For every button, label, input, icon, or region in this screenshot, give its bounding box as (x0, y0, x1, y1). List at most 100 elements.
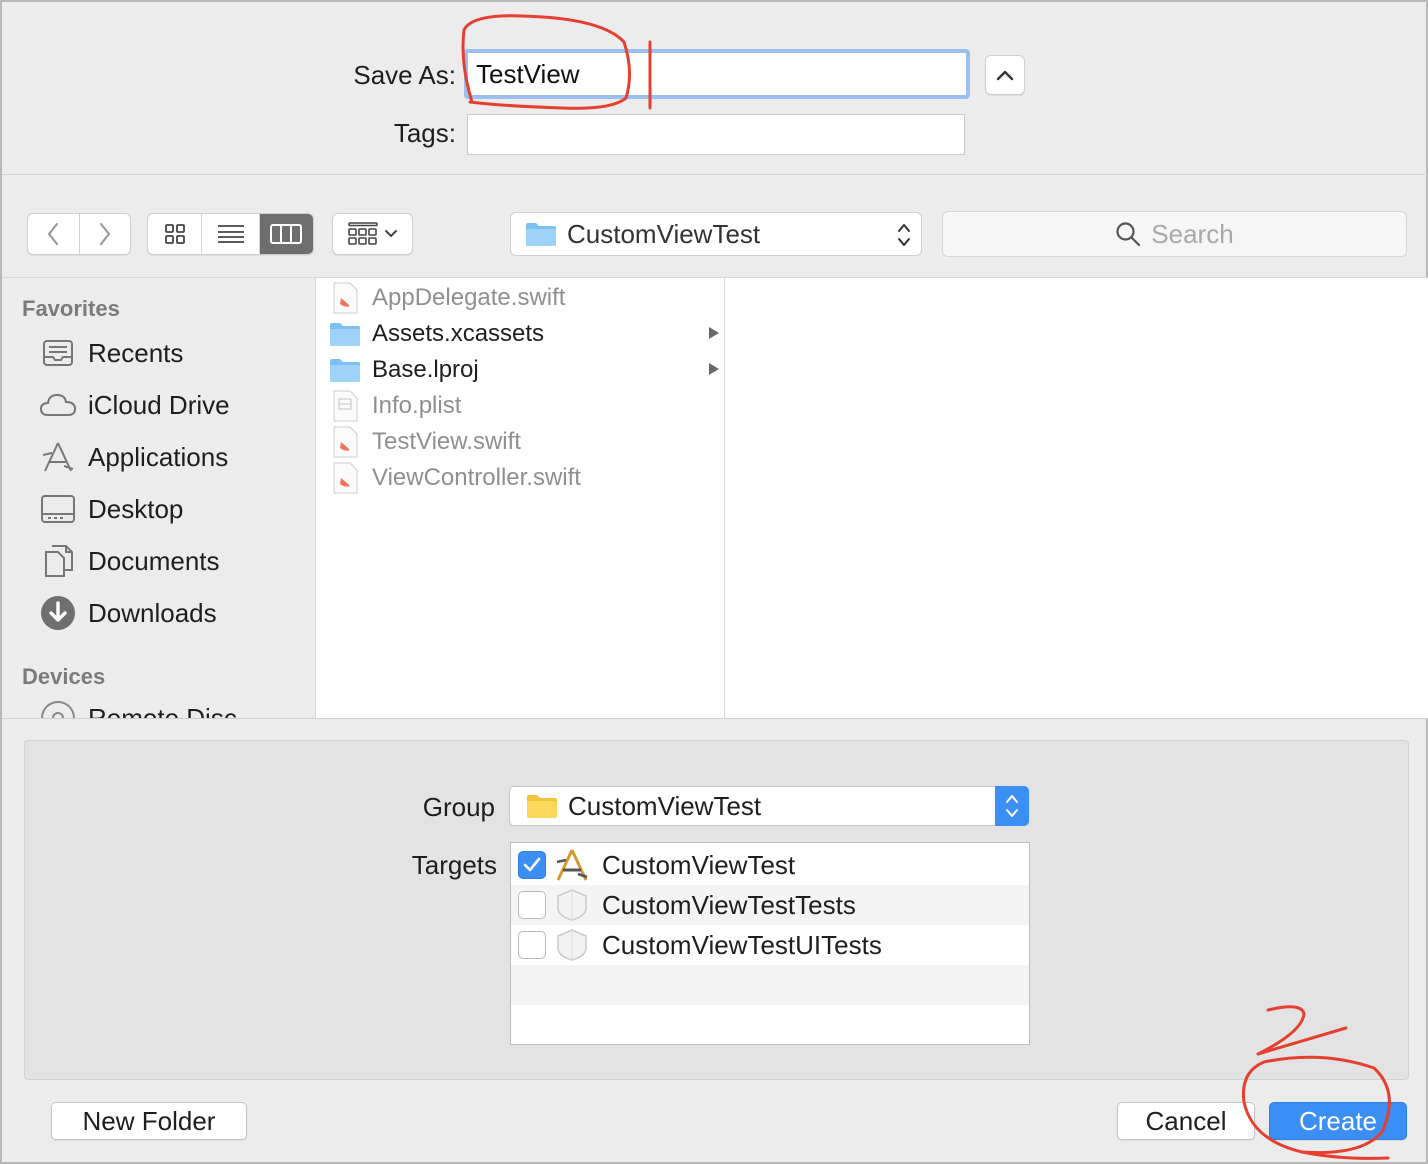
file-name: ViewController.swift (372, 464, 581, 491)
sidebar-item-label: Remote Disc (88, 702, 237, 719)
empty-column (725, 278, 1428, 718)
group-label: Group (422, 792, 495, 822)
checkmark-icon (523, 857, 541, 872)
chevron-left-icon (48, 222, 59, 246)
folder-icon (527, 795, 557, 818)
targets-label: Targets (411, 850, 497, 880)
divider (2, 174, 1428, 175)
file-item[interactable]: AppDelegate.swift (328, 280, 724, 316)
annotation-tail (1300, 1150, 1390, 1160)
group-value: CustomViewTest (568, 790, 762, 821)
column-view-button[interactable] (258, 214, 313, 254)
sidebar: Favorites Recents iCloud Drive Applicati… (4, 278, 315, 718)
disclosure-triangle-icon (709, 363, 719, 375)
sidebar-item-applications[interactable]: Applications (38, 437, 228, 477)
tags-field[interactable] (467, 114, 965, 155)
plist-file-icon (328, 389, 362, 423)
target-row[interactable]: CustomViewTestTests (511, 885, 1029, 925)
column-view-icon (270, 224, 303, 244)
new-folder-button[interactable]: New Folder (51, 1102, 247, 1140)
icon-view-icon (164, 224, 185, 244)
tags-label: Tags: (393, 118, 456, 148)
location-popup[interactable]: CustomViewTest (510, 212, 922, 256)
recents-icon (38, 333, 78, 373)
cancel-button[interactable]: Cancel (1117, 1102, 1255, 1140)
sidebar-item-icloud-drive[interactable]: iCloud Drive (38, 385, 230, 425)
sidebar-item-label: iCloud Drive (88, 389, 230, 420)
folder-icon (526, 223, 556, 246)
icon-view-button[interactable] (148, 214, 201, 254)
applications-icon (38, 437, 78, 477)
documents-icon (38, 541, 78, 581)
search-placeholder: Search (1151, 218, 1234, 249)
save-as-input[interactable] (468, 53, 966, 95)
create-button[interactable]: Create (1269, 1102, 1407, 1140)
sidebar-item-label: Recents (88, 337, 184, 368)
file-name: Assets.xcassets (372, 320, 545, 347)
sidebar-item-label: Downloads (88, 597, 217, 628)
test-target-icon (554, 887, 590, 923)
location-label: CustomViewTest (567, 218, 761, 249)
back-forward-control (27, 213, 131, 255)
target-checkbox[interactable] (518, 931, 546, 959)
folder-icon (328, 353, 362, 387)
desktop-icon (38, 489, 78, 529)
target-name: CustomViewTestUITests (602, 929, 882, 960)
test-target-icon (554, 927, 590, 963)
save-as-field[interactable] (464, 49, 970, 99)
target-checkbox[interactable] (518, 851, 546, 879)
target-name: CustomViewTestTests (602, 889, 856, 920)
back-button[interactable] (28, 214, 79, 254)
sidebar-item-recents[interactable]: Recents (38, 333, 183, 373)
file-name: TestView.swift (372, 428, 521, 455)
up-down-arrows-icon (1006, 795, 1018, 817)
sidebar-item-documents[interactable]: Documents (38, 541, 220, 581)
divider (2, 718, 1428, 719)
chevron-right-icon (99, 222, 111, 246)
sidebar-item-downloads[interactable]: Downloads (38, 593, 217, 633)
target-row[interactable]: CustomViewTest (511, 845, 1029, 885)
target-row[interactable]: CustomViewTestUITests (511, 925, 1029, 965)
file-name: AppDelegate.swift (372, 284, 566, 311)
search-icon (1116, 222, 1141, 247)
sidebar-item-remote-disc[interactable]: Remote Disc (38, 698, 237, 718)
file-column: AppDelegate.swift Assets.xcassets Base.l… (315, 278, 725, 718)
disclosure-triangle-icon (709, 327, 719, 339)
file-name: Base.lproj (372, 356, 479, 383)
swift-file-icon (328, 281, 362, 315)
file-item[interactable]: ViewController.swift (328, 460, 724, 496)
list-view-icon (217, 225, 244, 243)
list-view-button[interactable] (201, 214, 258, 254)
popup-stepper[interactable] (995, 786, 1029, 826)
file-item[interactable]: Info.plist (328, 388, 724, 424)
tags-input[interactable] (468, 115, 964, 154)
save-as-label: Save As: (353, 60, 456, 90)
group-popup[interactable]: CustomViewTest (509, 786, 1029, 826)
sidebar-item-label: Documents (88, 545, 220, 576)
swift-file-icon (328, 425, 362, 459)
file-item[interactable]: TestView.swift (328, 424, 724, 460)
targets-list: CustomViewTest CustomViewTestTests Custo… (510, 842, 1030, 1045)
forward-button[interactable] (78, 214, 130, 254)
swift-file-icon (328, 461, 362, 495)
app-target-icon (554, 847, 590, 883)
save-dialog: Save As: Tags: C (0, 0, 1428, 1164)
target-checkbox[interactable] (518, 891, 546, 919)
sidebar-item-desktop[interactable]: Desktop (38, 489, 183, 529)
file-item[interactable]: Assets.xcassets (328, 316, 724, 352)
disc-icon (38, 698, 78, 718)
sidebar-item-label: Applications (88, 441, 229, 472)
up-down-arrows-icon (898, 224, 910, 246)
empty-row (511, 965, 1029, 1005)
search-field[interactable]: Search (942, 211, 1407, 257)
chevron-down-icon (384, 230, 397, 237)
sidebar-item-label: Desktop (88, 493, 184, 524)
arrange-menu-button[interactable] (332, 213, 413, 255)
devices-header: Devices (22, 664, 106, 689)
collapse-dialog-button[interactable] (985, 55, 1025, 95)
view-mode-control (147, 213, 314, 255)
chevron-up-icon (996, 70, 1014, 81)
cloud-icon (38, 385, 78, 425)
file-item[interactable]: Base.lproj (328, 352, 724, 388)
favorites-header: Favorites (22, 296, 120, 321)
